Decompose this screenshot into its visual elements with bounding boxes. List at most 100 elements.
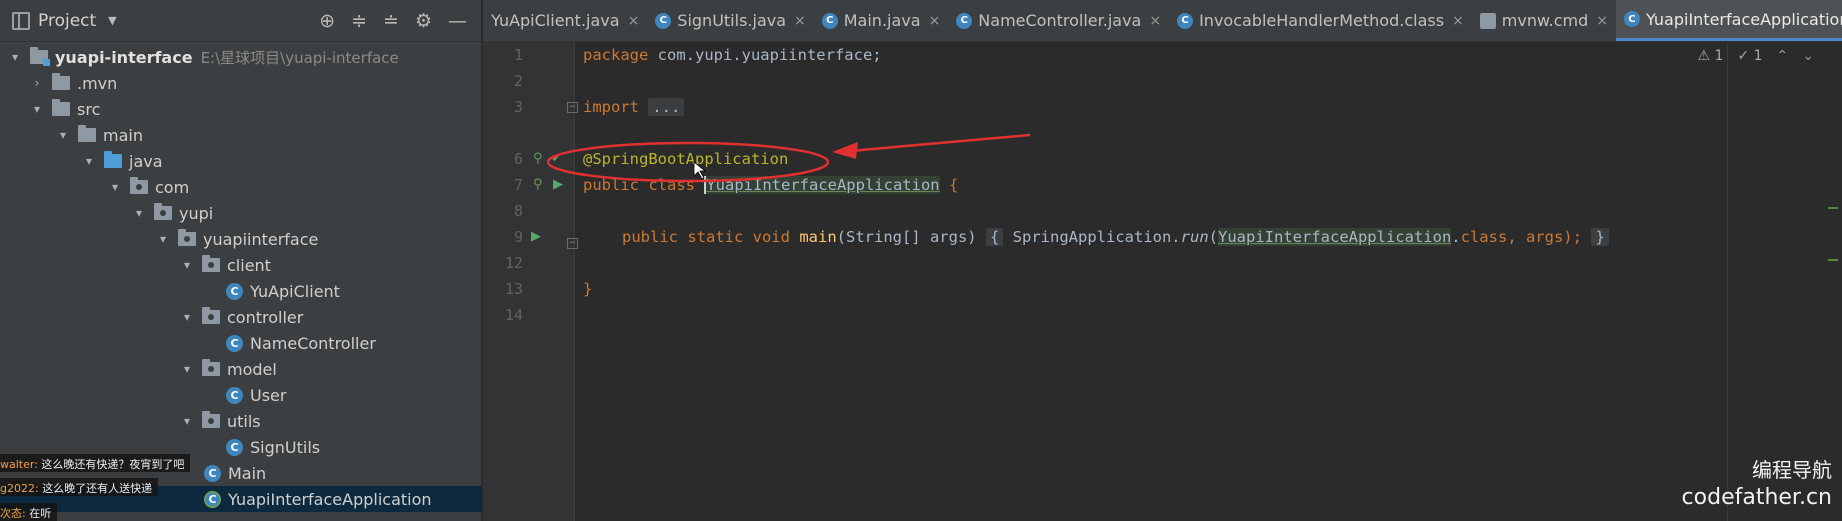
chevron-down-icon[interactable]: ▾ <box>180 258 194 272</box>
project-toolbar: ⊕ ≑ ≐ ⚙ — <box>319 10 481 32</box>
line-number: 8 <box>513 202 523 220</box>
find-usages-icon[interactable]: ⚲ <box>533 146 543 172</box>
tree-item-yupi[interactable]: ▾ yupi <box>0 200 482 226</box>
code-text: SpringApplication. <box>1012 228 1181 246</box>
warning-count[interactable]: ⚠ 1 <box>1697 48 1723 64</box>
package-icon <box>154 203 172 220</box>
close-icon[interactable]: × <box>628 13 640 29</box>
tab-namecontroller[interactable]: C NameController.java × <box>948 0 1169 41</box>
tree-item-src[interactable]: ▾ src <box>0 96 482 122</box>
tab-label: InvocableHandlerMethod.class <box>1199 11 1445 30</box>
chevron-down-icon[interactable]: ▼ <box>108 14 116 27</box>
target-icon[interactable]: ⊕ <box>319 10 335 32</box>
tree-item-utils[interactable]: ▾ utils <box>0 408 482 434</box>
class-icon: C <box>226 334 243 352</box>
tree-item-mvn[interactable]: › .mvn <box>0 70 482 96</box>
keyword: class <box>1460 228 1508 246</box>
class-icon: C <box>821 12 838 29</box>
chevron-down-icon[interactable]: ▾ <box>180 362 194 376</box>
tree-item-yuapiclient[interactable]: C YuApiClient <box>0 278 482 304</box>
line-number: 1 <box>513 46 523 64</box>
tree-item-namecontroller[interactable]: C NameController <box>0 330 482 356</box>
folded-brace[interactable]: } <box>1591 228 1609 246</box>
fold-toggle-icon[interactable]: − <box>567 102 578 113</box>
inspection-widget[interactable]: ⚠ 1 ✓ 1 ⌃ ⌄ <box>1697 48 1814 64</box>
chat-text: 这么晚还有快递？夜宵到了吧 <box>41 458 185 471</box>
chat-text: 这么晚了还有人送快递 <box>42 482 153 495</box>
close-icon[interactable]: × <box>1596 13 1608 29</box>
tab-label: SignUtils.java <box>677 11 787 30</box>
folded-brace[interactable]: { <box>985 228 1004 246</box>
chevron-down-icon[interactable]: ⌄ <box>1802 48 1814 64</box>
tree-item-client[interactable]: ▾ client <box>0 252 482 278</box>
chevron-down-icon[interactable]: ▾ <box>108 180 122 194</box>
tab-signutils[interactable]: C SignUtils.java × <box>647 0 813 41</box>
tree-item-module[interactable]: ▾ yuapi-interface E:\星球项目\yuapi-interfac… <box>0 44 482 70</box>
tab-mvnw-cmd[interactable]: mvnw.cmd × <box>1472 0 1616 41</box>
keyword: package <box>583 46 649 64</box>
tab-main[interactable]: C Main.java × <box>814 0 949 41</box>
chat-message: 次态: 在听 <box>0 503 58 521</box>
run-icon[interactable]: ▶ <box>531 224 541 250</box>
close-icon[interactable]: × <box>794 13 806 29</box>
line-number: 3 <box>513 98 523 116</box>
chat-nick: walter: <box>0 458 38 471</box>
chevron-down-icon[interactable]: ▾ <box>132 206 146 220</box>
tree-item-java[interactable]: ▾ java <box>0 148 482 174</box>
chevron-down-icon[interactable]: ▾ <box>8 50 22 64</box>
chevron-right-icon[interactable]: › <box>30 76 44 90</box>
package-icon <box>178 229 196 246</box>
chat-text: 在听 <box>29 507 52 520</box>
method-name: main <box>799 228 837 246</box>
tree-item-yuapiinterface[interactable]: ▾ yuapiinterface <box>0 226 482 252</box>
project-icon <box>12 11 30 30</box>
editor-scrollbar[interactable] <box>1826 42 1842 521</box>
project-panel: Project ▼ ⊕ ≑ ≐ ⚙ — ▾ yuapi-interface E:… <box>0 0 482 521</box>
chevron-down-icon[interactable]: ▾ <box>56 128 70 142</box>
weak-warning-count[interactable]: ✓ 1 <box>1737 48 1762 64</box>
chevron-up-icon[interactable]: ⌃ <box>1777 48 1789 64</box>
tree-item-label: controller <box>227 307 304 327</box>
tree-item-controller[interactable]: ▾ controller <box>0 304 482 330</box>
chevron-down-icon[interactable]: ▾ <box>180 310 194 324</box>
tree-item-com[interactable]: ▾ com <box>0 174 482 200</box>
method-call: run <box>1180 228 1209 246</box>
project-panel-title[interactable]: Project <box>38 11 96 31</box>
tree-item-user[interactable]: C User <box>0 382 482 408</box>
hide-icon[interactable]: — <box>448 10 467 32</box>
tab-label: YuApiClient.java <box>491 11 620 30</box>
close-icon[interactable]: × <box>1149 13 1161 29</box>
code-editor[interactable]: package com.yupi.yuapiinterface; import … <box>583 42 1808 521</box>
tree-item-main[interactable]: ▾ main <box>0 122 482 148</box>
line-number: 6 <box>513 150 523 168</box>
folded-imports[interactable]: ... <box>648 98 685 116</box>
tree-item-model[interactable]: ▾ model <box>0 356 482 382</box>
annotation-springbootapplication: @SpringBootApplication <box>583 150 789 168</box>
chat-nick: 次态: <box>0 507 26 520</box>
tree-item-label: model <box>227 359 277 379</box>
close-icon[interactable]: × <box>929 13 941 29</box>
chevron-down-icon[interactable]: ▾ <box>30 102 44 116</box>
tab-yuapiinterfaceapplication[interactable]: C YuapiInterfaceApplication.java × <box>1615 0 1842 41</box>
editor-gutter[interactable]: 1 2 3 6 7 8 9 12 13 14 ⚲ ✔ ⚲ ▶ ▶ <box>483 42 575 521</box>
expand-all-icon[interactable]: ≑ <box>351 10 367 32</box>
close-icon[interactable]: × <box>1452 13 1464 29</box>
change-marker[interactable] <box>1828 259 1838 261</box>
keyword: import <box>583 98 639 116</box>
spring-bean-icon[interactable]: ⚲ <box>533 172 543 198</box>
tab-invocablehandlermethod[interactable]: C InvocableHandlerMethod.class × <box>1169 0 1472 41</box>
gear-icon[interactable]: ⚙ <box>415 10 432 32</box>
package-icon <box>202 255 220 272</box>
chevron-down-icon[interactable]: ▾ <box>82 154 96 168</box>
change-marker[interactable] <box>1828 207 1838 209</box>
folder-icon <box>52 99 70 116</box>
run-icon[interactable]: ▶ <box>553 172 563 198</box>
collapse-all-icon[interactable]: ≐ <box>383 10 399 32</box>
chevron-down-icon[interactable]: ▾ <box>180 414 194 428</box>
tab-yuapiclient[interactable]: YuApiClient.java × <box>483 0 647 41</box>
chevron-down-icon[interactable]: ▾ <box>156 232 170 246</box>
spring-bean-icon[interactable]: ✔ <box>551 146 562 172</box>
fold-toggle-icon[interactable]: − <box>567 238 578 249</box>
class-icon: C <box>226 282 243 300</box>
code-line-13: } <box>583 276 592 302</box>
